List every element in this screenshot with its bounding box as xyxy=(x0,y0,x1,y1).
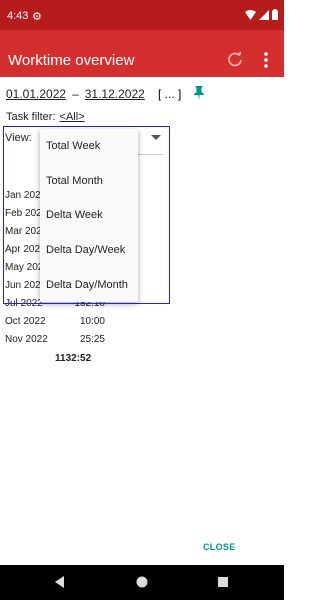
table-row: Oct 2022 10:00 xyxy=(5,316,105,334)
pin-icon[interactable] xyxy=(192,85,206,101)
task-filter: Task filter: <All> xyxy=(6,111,85,123)
home-icon[interactable] xyxy=(136,576,148,588)
status-bar: 4:43 ⚙ xyxy=(0,0,284,30)
overflow-menu-icon[interactable] xyxy=(258,50,274,70)
status-icons xyxy=(245,9,278,20)
settings-notification-icon: ⚙ xyxy=(32,11,42,23)
table-row: Nov 2022 25:25 xyxy=(5,334,105,352)
view-option-delta-week[interactable]: Delta Week xyxy=(40,198,138,232)
status-time: 4:43 xyxy=(7,10,29,22)
date-range: 01.01.2022–31.12.2022 xyxy=(6,87,145,101)
view-option-delta-day-week[interactable]: Delta Day/Week xyxy=(40,233,138,267)
date-separator: – xyxy=(72,87,79,101)
view-dropdown-menu: Total Week Total Month Delta Week Delta … xyxy=(40,129,138,302)
back-icon[interactable] xyxy=(54,576,66,588)
month-value: 10:00 xyxy=(79,316,105,327)
wifi-icon xyxy=(245,9,256,20)
month-value: 25:25 xyxy=(79,334,105,345)
battery-icon xyxy=(272,9,278,20)
navigation-bar xyxy=(0,565,284,600)
app-bar: Worktime overview xyxy=(0,30,284,77)
more-dates-button[interactable]: [ ... ] xyxy=(158,87,181,101)
total-value: 1132:52 xyxy=(55,353,92,364)
date-from-link[interactable]: 01.01.2022 xyxy=(6,87,66,101)
view-option-delta-day-month[interactable]: Delta Day/Month xyxy=(40,268,138,302)
close-button[interactable]: CLOSE xyxy=(203,542,236,552)
month-label: Nov 2022 xyxy=(5,334,48,345)
page-title: Worktime overview xyxy=(8,52,135,69)
dropdown-arrow-icon[interactable] xyxy=(151,133,161,141)
month-label: Jul 2022 xyxy=(5,298,43,309)
signal-icon xyxy=(259,9,269,20)
recent-apps-icon[interactable] xyxy=(217,576,229,588)
task-filter-link[interactable]: <All> xyxy=(60,111,85,123)
view-option-total-week[interactable]: Total Week xyxy=(40,129,138,163)
month-label: Oct 2022 xyxy=(5,316,46,327)
view-label: View: xyxy=(5,132,32,144)
refresh-icon[interactable] xyxy=(226,51,244,69)
view-option-total-month[interactable]: Total Month xyxy=(40,164,138,198)
task-filter-label: Task filter: xyxy=(6,111,56,123)
date-to-link[interactable]: 31.12.2022 xyxy=(85,87,145,101)
